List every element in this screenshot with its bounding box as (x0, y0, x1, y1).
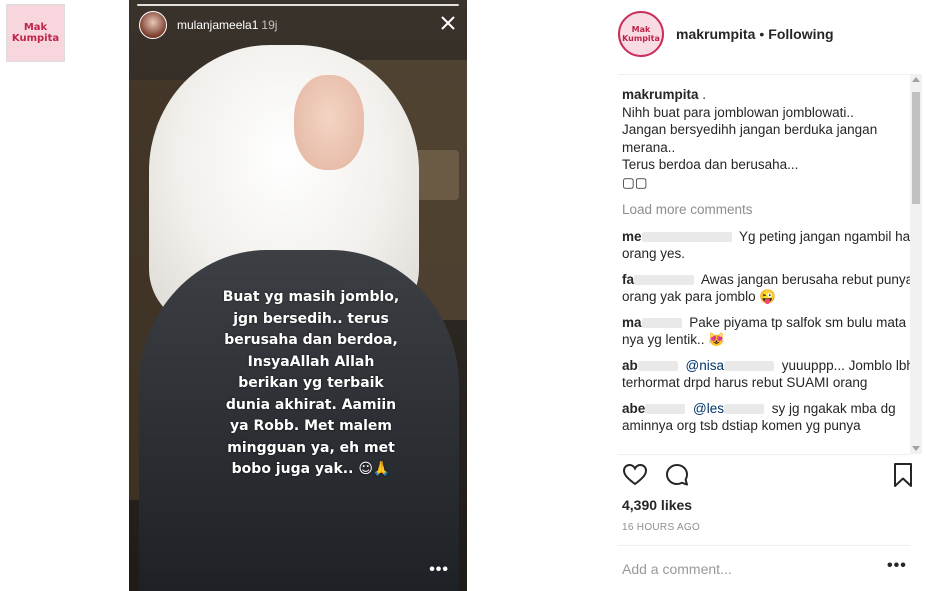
redacted-name (724, 360, 775, 371)
redacted-name (634, 274, 695, 285)
profile-thumbnail[interactable]: Mak Kumpita (6, 4, 65, 62)
comment-item: me Yg peting jangan ngambil hak orang ye… (622, 228, 918, 263)
caption-line: Jangan bersyedihh jangan berduka jangan (622, 122, 878, 137)
caption-line: bobo juga yak.. ☺🙏 (231, 461, 391, 477)
comment-user[interactable]: ma (622, 315, 642, 330)
caption-line: berikan yg terbaik (238, 375, 384, 391)
caption-owner[interactable]: makrumpita (622, 87, 699, 102)
caption-title: . (702, 87, 707, 102)
caption-line: Nihh buat para jomblowan jomblowati.. (622, 104, 854, 120)
post-header: Mak Kumpita makrumpita • Following (618, 11, 834, 57)
comment-item: fa Awas jangan berusaha rebut punya oran… (622, 271, 918, 306)
post-caption: makrumpita . Nihh buat para jomblowan jo… (622, 86, 918, 191)
comment-mention[interactable]: @les (693, 401, 724, 416)
caption-line: ya Robb. Met malem (230, 418, 392, 434)
caption-line: Terus berdoa dan berusaha... (622, 157, 799, 172)
comments-list: makrumpita . Nihh buat para jomblowan jo… (622, 86, 918, 452)
heart-icon[interactable] (622, 462, 648, 488)
story-avatar (139, 11, 167, 39)
redacted-name (637, 360, 678, 371)
caption-line: jgn bersedih.. terus (233, 310, 389, 327)
story-progress-bar (137, 4, 459, 6)
comment-user[interactable]: ab (622, 358, 638, 373)
comments-scrollbar[interactable] (910, 74, 922, 454)
story-more-icon[interactable]: ••• (429, 561, 449, 579)
owner-username[interactable]: makrumpita (676, 26, 755, 42)
caption-line: merana.. (622, 139, 676, 155)
redacted-name (641, 231, 732, 242)
logo: Mak Kumpita (11, 22, 60, 44)
caption-line: dunia akhirat. Aamiin (225, 396, 397, 413)
redacted-name (641, 317, 682, 328)
comment-user[interactable]: me (622, 229, 642, 244)
close-icon[interactable] (439, 14, 457, 32)
redacted-name (724, 403, 764, 414)
caption-line: berusaha dan berdoa, (224, 332, 398, 348)
following-button[interactable]: Following (768, 26, 833, 42)
owner-avatar[interactable]: Mak Kumpita (618, 11, 664, 57)
avatar-logo: Mak Kumpita (622, 25, 660, 43)
divider (618, 74, 910, 75)
story-caption: Buat yg masih jomblo, jgn bersedih.. ter… (191, 287, 431, 481)
story-username: mulanjameela1 19j (177, 18, 277, 32)
redacted-name (645, 403, 686, 414)
action-bar (622, 462, 912, 490)
comment-user[interactable]: fa (622, 272, 634, 287)
bookmark-icon[interactable] (890, 462, 916, 488)
scroll-up-arrow-icon[interactable] (912, 77, 920, 82)
post-panel: Mak Kumpita makrumpita • Following makrum… (604, 0, 926, 591)
story-username-text: mulanjameela1 (177, 18, 259, 32)
caption-line: Buat yg masih jomblo, (222, 289, 400, 305)
caption-line: mingguan ya, eh met (227, 439, 395, 456)
load-more-comments[interactable]: Load more comments (622, 201, 918, 219)
add-comment-input[interactable]: Add a comment... (622, 561, 732, 577)
comment-item: abe @les sy jg ngakak mba dg aminnya org… (622, 400, 918, 435)
more-options-icon[interactable]: ••• (887, 557, 907, 575)
separator-dot: • (759, 26, 765, 42)
caption-line: InsyaAllah Allah (247, 353, 375, 370)
comment-item: ma Pake piyama tp salfok sm bulu mata ny… (622, 314, 918, 349)
scrollbar-thumb[interactable] (912, 92, 920, 204)
comment-item: ab @nisa yuuuppp... Jomblo lbh terhormat… (622, 357, 918, 392)
divider (618, 545, 910, 546)
person-face (294, 75, 364, 170)
caption-line: ▢▢ (622, 174, 648, 190)
comment-icon[interactable] (664, 462, 690, 488)
scroll-down-arrow-icon[interactable] (912, 446, 920, 451)
comment-mention[interactable]: @nisa (686, 358, 724, 373)
divider (618, 454, 910, 455)
post-image: mulanjameela1 19j Buat yg masih jomblo, j… (129, 0, 467, 591)
likes-count[interactable]: 4,390 likes (622, 497, 692, 513)
story-time: 19j (261, 18, 278, 32)
comment-user[interactable]: abe (622, 401, 645, 416)
post-timestamp[interactable]: 16 HOURS AGO (622, 522, 700, 533)
